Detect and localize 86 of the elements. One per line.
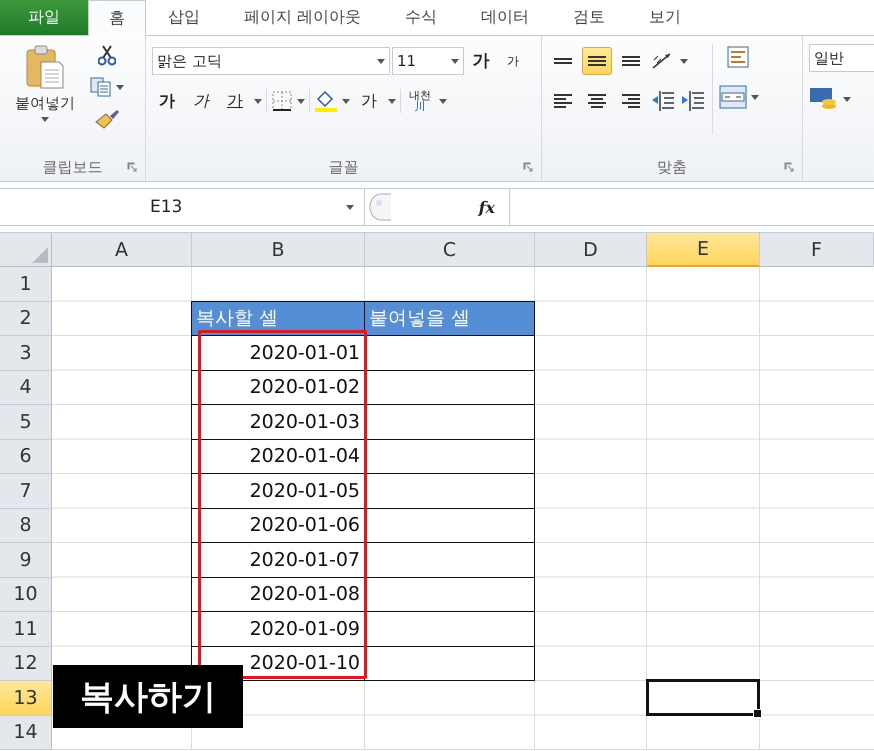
group-label: 맞춤: [657, 158, 687, 176]
row-header[interactable]: 8: [0, 508, 52, 543]
ribbon-tab[interactable]: 페이지 레이아웃: [222, 0, 384, 35]
caret-icon: [751, 94, 759, 100]
italic-button[interactable]: 가: [186, 87, 216, 115]
caret-icon: [377, 58, 385, 64]
date-cell: 2020-01-07: [191, 542, 365, 578]
insert-function-button[interactable]: fx: [478, 198, 495, 216]
grow-font-button[interactable]: 가: [466, 47, 496, 75]
row-header[interactable]: 12: [0, 646, 52, 681]
ribbon-tab[interactable]: 검토: [551, 0, 628, 35]
ribbon-tab[interactable]: 데이터: [459, 0, 552, 35]
row-header[interactable]: 10: [0, 578, 52, 612]
align-top-icon: [554, 58, 572, 64]
row-header[interactable]: 1: [0, 267, 52, 302]
format-painter-icon[interactable]: [94, 108, 120, 130]
row-header[interactable]: 11: [0, 612, 52, 646]
clipboard-icon: [25, 44, 65, 90]
caret-icon: [254, 98, 262, 104]
selected-cell[interactable]: [646, 679, 760, 716]
formula-handle-icon[interactable]: [369, 193, 393, 221]
caret-icon: [843, 96, 851, 102]
ribbon-tab[interactable]: 수식: [383, 0, 460, 35]
increase-indent-icon[interactable]: [680, 90, 706, 112]
font-size-field[interactable]: 11: [392, 47, 464, 75]
row-header[interactable]: 5: [0, 405, 52, 440]
shrink-font-button[interactable]: 가: [498, 47, 528, 75]
column-header[interactable]: F: [760, 233, 874, 267]
fill-bucket-icon[interactable]: [314, 89, 338, 113]
caret-icon: [342, 98, 350, 104]
dialog-launcher-icon[interactable]: [784, 162, 794, 172]
fill-handle[interactable]: [753, 708, 762, 718]
merge-cells-icon[interactable]: [719, 85, 747, 109]
dialog-launcher-icon[interactable]: [523, 162, 533, 172]
ribbon-tab[interactable]: 보기: [627, 0, 704, 35]
column-header[interactable]: E: [647, 233, 760, 267]
caret-icon: [439, 98, 447, 104]
row-header[interactable]: 6: [0, 440, 52, 474]
currency-icon[interactable]: [809, 86, 839, 112]
border-icon[interactable]: [271, 90, 293, 112]
row-header[interactable]: 3: [0, 336, 52, 370]
dialog-launcher-icon[interactable]: [127, 162, 137, 172]
caret-icon: [451, 58, 459, 64]
column-header[interactable]: D: [535, 233, 647, 267]
date-cell: 2020-01-01: [191, 335, 365, 370]
phonetic-button[interactable]: 내천 川: [405, 87, 435, 115]
caret-icon: [41, 117, 49, 122]
decrease-indent-icon[interactable]: [650, 90, 676, 112]
caret-icon: [116, 84, 124, 90]
align-button[interactable]: [582, 47, 612, 75]
date-cell: 2020-01-09: [191, 611, 365, 646]
column-header[interactable]: B: [192, 233, 365, 267]
align-bottom-icon: [622, 56, 640, 66]
bold-button[interactable]: 가: [152, 87, 182, 115]
underline-button[interactable]: 가: [220, 87, 250, 115]
table-header-cell: 붙여넣을 셀: [364, 300, 535, 336]
font-name-field[interactable]: 맑은 고딕: [152, 47, 390, 75]
row-header[interactable]: 9: [0, 543, 52, 578]
align-center-icon: [588, 94, 606, 108]
row-header[interactable]: 2: [0, 302, 52, 336]
row-header[interactable]: 4: [0, 370, 52, 405]
align-left-icon: [554, 94, 572, 108]
file-tab[interactable]: 파일: [0, 0, 88, 35]
row-header[interactable]: 14: [0, 716, 52, 750]
scissors-icon[interactable]: [98, 44, 116, 66]
ribbon-tab[interactable]: 삽입: [146, 0, 222, 35]
caret-icon: [388, 98, 396, 104]
copy-icon[interactable]: [90, 77, 112, 97]
align-right-icon: [622, 94, 640, 108]
caret-icon: [680, 58, 688, 64]
column-header[interactable]: C: [365, 233, 535, 267]
column-header[interactable]: A: [52, 233, 192, 267]
row-header[interactable]: 13: [0, 681, 52, 716]
number-format-field[interactable]: 일반: [809, 44, 874, 72]
align-middle-icon: [588, 56, 606, 66]
caption-label: 복사하기: [53, 665, 243, 728]
group-label: 글꼴: [328, 158, 358, 176]
font-color-button[interactable]: 가: [354, 87, 384, 115]
caret-icon: [346, 204, 354, 210]
group-label: 클립보드: [42, 158, 102, 176]
caret-icon: [297, 98, 305, 104]
paste-button[interactable]: 붙여넣기: [6, 44, 84, 153]
row-header[interactable]: 7: [0, 474, 52, 508]
ribbon-tab[interactable]: 홈: [88, 0, 146, 36]
date-cell: 2020-01-03: [191, 404, 365, 440]
date-cell: 2020-01-05: [191, 473, 365, 508]
